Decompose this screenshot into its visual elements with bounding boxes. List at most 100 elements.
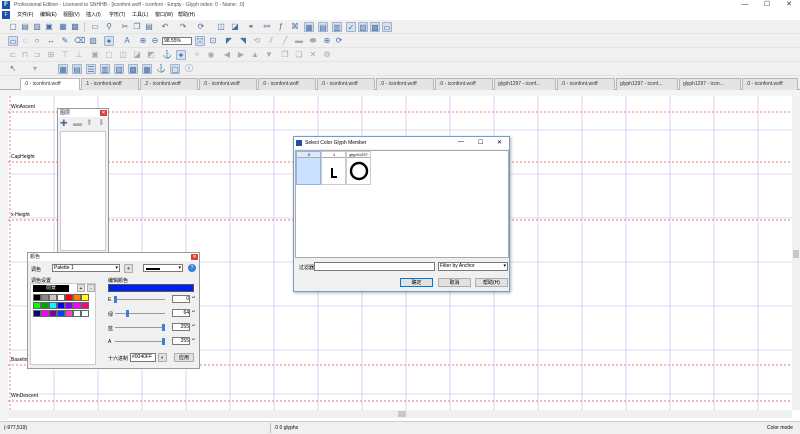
- arrow-left-icon[interactable]: ◀: [222, 50, 232, 60]
- refresh-icon[interactable]: ⟳: [196, 22, 206, 32]
- color-swatch[interactable]: [33, 310, 41, 317]
- arrow-up-icon[interactable]: ▲: [250, 50, 260, 60]
- anchor-icon[interactable]: ⚓: [162, 50, 172, 60]
- menu-glyph[interactable]: 字形(T): [109, 11, 125, 18]
- align-bottom-icon[interactable]: ⊥: [74, 50, 84, 60]
- close-button[interactable]: ✕: [778, 0, 800, 10]
- menu-file[interactable]: 文件(F): [17, 11, 33, 18]
- pen-tool-icon[interactable]: ✎: [60, 36, 70, 46]
- validate-icon[interactable]: ✓: [346, 22, 356, 32]
- grid-view-icon[interactable]: ▦: [58, 64, 68, 74]
- group-icon[interactable]: ▣: [90, 50, 100, 60]
- cancel-button[interactable]: 取消: [438, 278, 471, 287]
- metrics-icon[interactable]: ▦: [304, 22, 314, 32]
- menu-view[interactable]: 视图(V): [63, 11, 80, 18]
- transform-icon[interactable]: ⟳: [334, 36, 344, 46]
- channel-slider-track[interactable]: [115, 299, 165, 300]
- node-tool-icon[interactable]: ✦: [104, 36, 114, 46]
- menu-insert[interactable]: 插入(I): [86, 11, 101, 18]
- tab-document[interactable]: glyph1297 - icon...: [679, 78, 741, 90]
- layers-list[interactable]: [60, 131, 106, 251]
- channel-slider-thumb[interactable]: [162, 324, 165, 331]
- tab-document[interactable]: glyph1297 - iconf...: [494, 78, 556, 90]
- eyedropper-icon[interactable]: ◐: [158, 353, 167, 362]
- color-swatch[interactable]: [81, 302, 89, 309]
- maximize-button[interactable]: ☐: [756, 0, 778, 10]
- ungroup-icon[interactable]: ▢: [104, 50, 114, 60]
- rect-shape-icon[interactable]: ▬: [294, 36, 304, 46]
- open-image-icon[interactable]: ▧: [32, 22, 42, 32]
- eraser-icon[interactable]: ⌫: [74, 36, 85, 46]
- menu-tools[interactable]: 工具(L): [132, 11, 148, 18]
- glyph-paste-icon[interactable]: ◪: [230, 22, 240, 32]
- color-swatch[interactable]: [81, 294, 89, 301]
- skew-icon[interactable]: ⫽: [266, 36, 276, 46]
- spinner-icon[interactable]: ▴▾: [191, 309, 196, 317]
- channel-slider-thumb[interactable]: [126, 310, 130, 317]
- flip-vertical-icon[interactable]: ◥: [238, 36, 248, 46]
- color-swatch[interactable]: [41, 294, 49, 301]
- color-swatch[interactable]: [73, 310, 81, 317]
- align-right-icon[interactable]: ⊐: [32, 50, 42, 60]
- tab-document[interactable]: .0 - iconfont.woff: [742, 78, 798, 90]
- tab-document[interactable]: .0 - iconfont.woff: [199, 78, 257, 90]
- tab-document[interactable]: .0 - iconfont.woff: [435, 78, 493, 90]
- anchor-point-icon[interactable]: ⚓: [156, 64, 166, 74]
- ok-button[interactable]: 确定: [400, 278, 433, 287]
- new-file-icon[interactable]: ▢: [8, 22, 18, 32]
- cut-icon[interactable]: ✂: [120, 22, 130, 32]
- add-palette-button[interactable]: +: [124, 264, 133, 273]
- move-up-icon[interactable]: ⬆: [86, 118, 93, 127]
- channel-value-input[interactable]: 255: [172, 323, 190, 331]
- stroke-style-select[interactable]: ▾: [143, 264, 183, 272]
- color-swatch[interactable]: [49, 310, 57, 317]
- channel-value-input[interactable]: 255: [172, 337, 190, 345]
- layers-icon[interactable]: ▩: [370, 22, 380, 32]
- list-view-icon[interactable]: ▤: [72, 64, 82, 74]
- pointer-tool-icon[interactable]: ▭: [8, 36, 18, 46]
- tab-document[interactable]: glyph1297 - iconf...: [616, 78, 678, 90]
- tab-document[interactable]: .0 - iconfont.woff: [258, 78, 316, 90]
- script-icon[interactable]: ⌘: [290, 22, 300, 32]
- menu-edit[interactable]: 编辑(E): [40, 11, 57, 18]
- window-icon[interactable]: ▭: [382, 22, 392, 32]
- link-icon[interactable]: ⚭: [246, 22, 256, 32]
- small-icons-icon[interactable]: ▧: [114, 64, 124, 74]
- spinner-icon[interactable]: ▴▾: [191, 337, 196, 345]
- tab-document[interactable]: .0 - iconfont.woff: [557, 78, 615, 90]
- color-swatch[interactable]: [33, 294, 41, 301]
- apply-color-button[interactable]: 应用: [174, 353, 194, 362]
- text-tool-icon[interactable]: A: [122, 36, 132, 46]
- paste-shape-icon[interactable]: ❏: [294, 50, 304, 60]
- hex-input[interactable]: #0040FF: [130, 353, 156, 362]
- combine-icon[interactable]: ◫: [118, 50, 128, 60]
- channel-slider-track[interactable]: [115, 313, 165, 314]
- tab-document[interactable]: .0 - iconfont.woff: [376, 78, 434, 90]
- channel-value-input[interactable]: 0: [172, 295, 190, 303]
- shape-options-icon[interactable]: ⚙: [322, 50, 332, 60]
- info-icon[interactable]: ⓘ: [184, 64, 194, 74]
- export-icon[interactable]: ▩: [70, 22, 80, 32]
- lasso-icon[interactable]: ◌: [20, 36, 30, 46]
- palette-select[interactable]: Palette 1 ▾: [52, 264, 120, 272]
- detail-view-icon[interactable]: ☰: [86, 64, 96, 74]
- channel-value-input[interactable]: 64: [172, 309, 190, 317]
- channel-slider-thumb[interactable]: [114, 296, 117, 303]
- help-icon[interactable]: ?: [188, 264, 196, 272]
- intersect-icon[interactable]: ◪: [132, 50, 142, 60]
- close-icon[interactable]: ✕: [191, 254, 198, 260]
- color-swatch[interactable]: [57, 302, 65, 309]
- arrow-right-icon[interactable]: ▶: [236, 50, 246, 60]
- help-button[interactable]: 帮助(H): [475, 278, 508, 287]
- tab-document[interactable]: .1 - iconfont.woff: [81, 78, 139, 90]
- glyph-copy-icon[interactable]: ◫: [216, 22, 226, 32]
- image-tool-icon[interactable]: ▧: [88, 36, 98, 46]
- cursor-dropdown-icon[interactable]: ↖: [8, 64, 18, 74]
- channel-slider-thumb[interactable]: [162, 338, 165, 345]
- open-file-icon[interactable]: ▤: [20, 22, 30, 32]
- minimize-icon[interactable]: —: [458, 139, 464, 145]
- decompose-icon[interactable]: ✧: [192, 50, 202, 60]
- redo-icon[interactable]: ↷: [178, 22, 188, 32]
- rotate-icon[interactable]: ⟲: [252, 36, 262, 46]
- unlink-icon[interactable]: ⚯: [262, 22, 272, 32]
